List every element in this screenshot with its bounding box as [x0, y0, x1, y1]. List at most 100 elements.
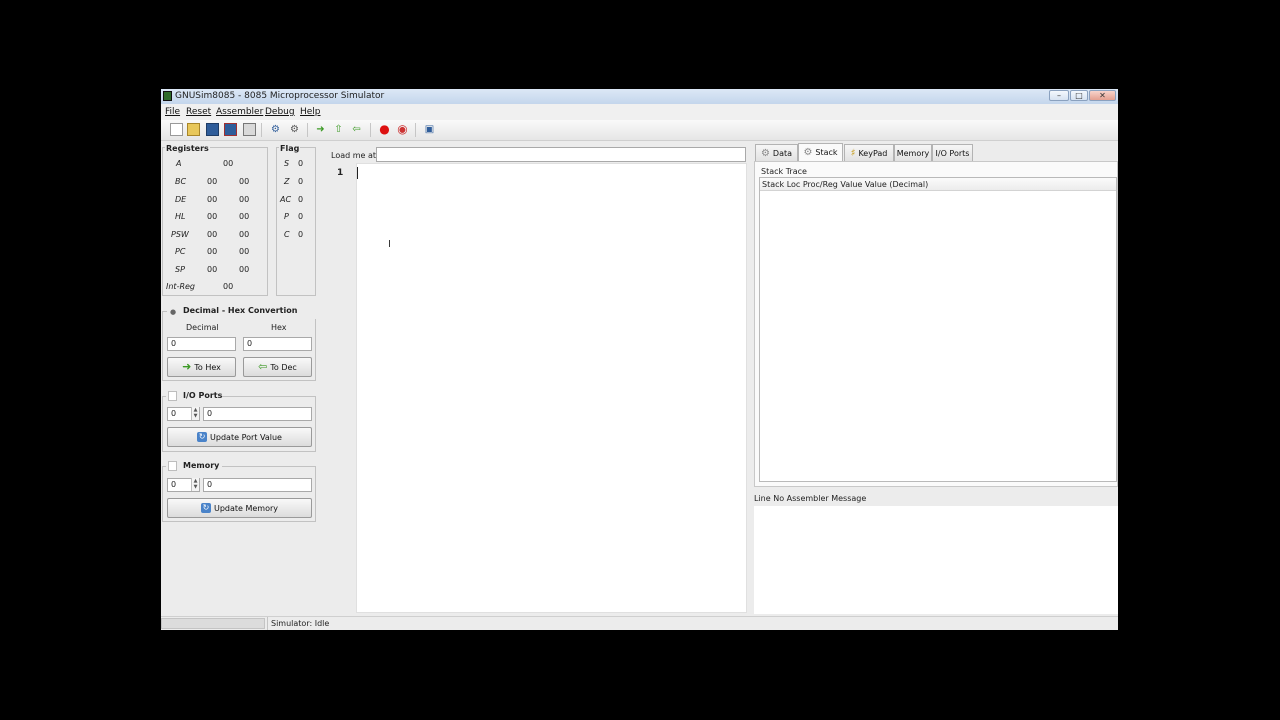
hex-input[interactable]: 0	[243, 337, 312, 351]
flag-name: P	[284, 212, 289, 221]
status-divider	[267, 617, 268, 630]
step-over-icon[interactable]: ⇧	[332, 123, 345, 136]
io-port-value-input[interactable]: 0	[203, 407, 312, 421]
tab-data[interactable]: ⚙ Data	[755, 144, 798, 161]
register-value: 00	[223, 282, 234, 291]
io-ports-title: I/O Ports	[183, 391, 223, 400]
tab-keypad[interactable]: ♯ KeyPad	[844, 144, 894, 161]
flag-name: Z	[284, 177, 290, 186]
messages-columns[interactable]: Line No Assembler Message	[754, 494, 866, 503]
main-window: GNUSim8085 - 8085 Microprocessor Simulat…	[161, 89, 1118, 630]
register-value: 00	[239, 195, 250, 204]
menu-assembler[interactable]: Assembler	[216, 107, 263, 117]
menu-bar: File Reset Assembler Debug Help	[161, 104, 1118, 120]
flag-name: C	[284, 230, 290, 239]
flag-name: AC	[280, 195, 292, 204]
tab-stack-label: Stack	[815, 148, 838, 157]
stack-trace-list[interactable]	[759, 177, 1117, 482]
save-as-icon[interactable]	[224, 123, 237, 136]
to-dec-label: To Dec	[270, 362, 297, 372]
stack-trace-title: Stack Trace	[761, 167, 807, 176]
register-value: 00	[239, 177, 250, 186]
register-name: DE	[175, 195, 187, 204]
title-bar: GNUSim8085 - 8085 Microprocessor Simulat…	[161, 89, 1118, 104]
to-dec-button[interactable]: ⇦ To Dec	[243, 357, 312, 377]
menu-help[interactable]: Help	[300, 107, 321, 117]
to-hex-button[interactable]: ➜ To Hex	[167, 357, 236, 377]
assemble-icon[interactable]: ⚙	[269, 123, 282, 136]
registers-title: Registers	[165, 144, 210, 153]
close-button[interactable]: ✕	[1089, 90, 1116, 101]
tab-io-ports[interactable]: I/O Ports	[932, 144, 973, 161]
register-value: 00	[207, 177, 218, 186]
code-editor[interactable]	[356, 163, 747, 613]
new-file-icon[interactable]	[170, 123, 183, 136]
conversion-title: Decimal - Hex Convertion	[183, 306, 298, 315]
progress-bar	[161, 618, 265, 629]
tab-memory-label: Memory	[896, 148, 930, 158]
assembler-messages-list[interactable]	[754, 506, 1118, 614]
register-name: A	[176, 159, 182, 168]
register-value: 00	[207, 265, 218, 274]
decimal-input[interactable]: 0	[167, 337, 236, 351]
save-icon[interactable]	[206, 123, 219, 136]
load-address-input[interactable]	[376, 147, 746, 162]
flags-title: Flag	[279, 144, 301, 153]
memory-title: Memory	[183, 461, 220, 470]
assemble-load-icon[interactable]: ⚙	[288, 123, 301, 136]
menu-reset[interactable]: Reset	[186, 107, 211, 117]
register-value: 00	[207, 230, 218, 239]
io-port-spinner[interactable]: ▲ ▼	[191, 407, 199, 420]
update-port-label: Update Port Value	[210, 432, 282, 442]
app-icon	[163, 91, 172, 101]
tab-memory[interactable]: Memory	[894, 144, 932, 161]
refresh-icon: ↻	[200, 503, 211, 513]
breakpoint-icon[interactable]: ●	[378, 123, 391, 136]
memory-address-spinner[interactable]: ▲ ▼	[191, 478, 199, 491]
maximize-button[interactable]: □	[1070, 90, 1088, 101]
update-memory-button[interactable]: ↻ Update Memory	[167, 498, 312, 518]
memory-toggle[interactable]	[168, 461, 177, 471]
tab-stack[interactable]: ⚙ Stack	[798, 143, 843, 161]
stop-icon[interactable]: ◉	[396, 123, 409, 136]
tab-data-label: Data	[772, 148, 793, 158]
update-port-button[interactable]: ↻ Update Port Value	[167, 427, 312, 447]
menu-debug[interactable]: Debug	[265, 107, 295, 117]
flag-value: 0	[298, 177, 304, 186]
step-in-icon[interactable]: ➜	[314, 123, 327, 136]
load-me-at-label: Load me at	[331, 151, 377, 160]
arrow-left-icon: ⇦	[258, 360, 268, 373]
hex-label: Hex	[271, 323, 287, 332]
step-out-icon[interactable]: ⇦	[350, 123, 363, 136]
register-value: 00	[207, 212, 218, 221]
register-value: 00	[207, 247, 218, 256]
register-value: 00	[239, 265, 250, 274]
open-folder-icon[interactable]	[187, 123, 200, 136]
execute-icon[interactable]: ▣	[423, 123, 436, 136]
line-number: 1	[337, 168, 344, 178]
memory-value-input[interactable]: 0	[203, 478, 312, 492]
menu-file[interactable]: File	[165, 107, 180, 117]
register-value: 00	[223, 159, 234, 168]
toolbar-separator	[307, 123, 308, 137]
text-caret	[357, 167, 358, 179]
status-bar: Simulator: Idle	[161, 616, 1118, 630]
register-name: HL	[175, 212, 186, 221]
toolbar-separator	[261, 123, 262, 137]
minimize-button[interactable]: –	[1049, 90, 1069, 101]
to-hex-label: To Hex	[194, 362, 221, 372]
register-name: PC	[175, 247, 186, 256]
register-name: PSW	[171, 230, 189, 239]
register-value: 00	[239, 212, 250, 221]
register-name: SP	[175, 265, 185, 274]
register-name: BC	[175, 177, 187, 186]
collapse-dot-icon[interactable]: ●	[170, 308, 176, 316]
io-ports-toggle[interactable]	[168, 391, 177, 401]
stack-trace-columns[interactable]: Stack Loc Proc/Reg Value Value (Decimal)	[762, 180, 928, 189]
refresh-icon: ↻	[197, 432, 208, 442]
print-icon[interactable]	[243, 123, 256, 136]
flag-value: 0	[298, 212, 304, 221]
status-text: Simulator: Idle	[271, 619, 330, 628]
arrow-right-icon: ➜	[182, 360, 192, 373]
gear-icon: ⚙	[803, 147, 813, 158]
